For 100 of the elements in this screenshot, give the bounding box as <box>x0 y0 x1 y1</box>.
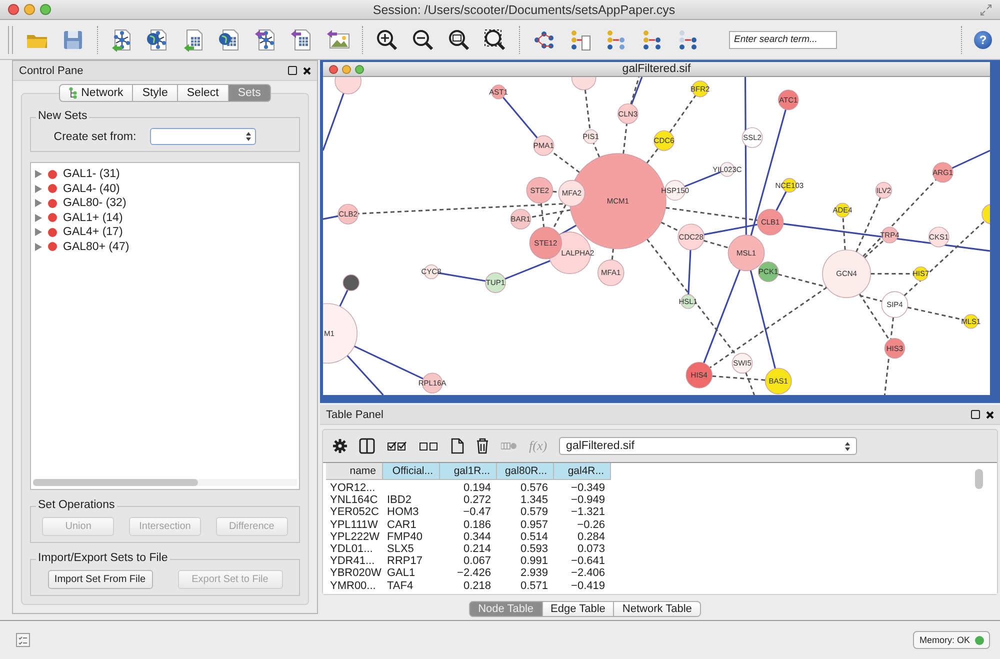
close-window-button[interactable] <box>8 4 19 15</box>
float-icon[interactable] <box>288 66 297 75</box>
column-header[interactable]: name <box>326 463 383 480</box>
table-cell-text: YDR41... <box>329 555 376 568</box>
set-label: GAL1- (31) <box>63 168 120 180</box>
edge-line <box>592 142 600 158</box>
expand-arrow-icon[interactable] <box>35 184 42 193</box>
edge-line <box>630 77 643 105</box>
set-label: GAL80- (32) <box>63 197 126 210</box>
table-cell-text: −0.419 <box>570 580 606 592</box>
table-cell-text: 0.514 <box>519 530 549 543</box>
table-cell-text: −0.47 <box>462 506 492 519</box>
table-cell-text: 0.284 <box>576 530 606 543</box>
zoom-window-button[interactable] <box>40 4 51 15</box>
window-title: Session: /Users/scooter/Documents/setsAppPaper.cys <box>372 2 676 16</box>
select-all-icon[interactable] <box>387 441 407 451</box>
set-item[interactable]: GAL1+ (14) <box>31 210 299 225</box>
table-cell-text: −0.26 <box>576 518 606 531</box>
table-cell-text: YOR12... <box>329 482 376 494</box>
scrollbar[interactable] <box>33 479 297 486</box>
deselect-all-icon[interactable] <box>419 441 439 451</box>
table-cell-text: 0.214 <box>462 542 492 556</box>
tab[interactable]: Style <box>133 84 178 102</box>
table-cell-text: −0.349 <box>570 482 606 494</box>
group-title: Set Operations <box>36 499 117 511</box>
expand-arrow-icon[interactable] <box>35 228 42 236</box>
scrollbar-thumb[interactable] <box>33 479 198 486</box>
tab[interactable]: Network Table <box>614 601 701 617</box>
table-cell-text: CAR1 <box>386 518 418 531</box>
table-cell-text: TAF4 <box>386 580 414 592</box>
column-header[interactable]: Official... <box>383 463 440 480</box>
close-icon[interactable] <box>986 410 994 418</box>
table-cell-text: 0.073 <box>576 542 606 556</box>
search-field[interactable]: Enter search term... <box>729 30 837 48</box>
tab[interactable]: Select <box>178 84 229 102</box>
settings-icon[interactable] <box>333 439 347 453</box>
network-node[interactable] <box>342 274 360 291</box>
scrollbar-thumb[interactable] <box>975 469 983 489</box>
memory-button[interactable]: Memory: OK <box>913 631 990 649</box>
network-node[interactable] <box>334 77 362 94</box>
new-file-icon[interactable] <box>451 438 464 454</box>
set-item[interactable]: GAL80+ (47) <box>31 240 299 254</box>
set-item[interactable]: GAL4- (40) <box>31 182 299 196</box>
zoom-fit-icon[interactable] <box>447 28 471 52</box>
set-item[interactable]: GAL1- (31) <box>31 167 299 182</box>
trash-icon[interactable] <box>476 438 489 454</box>
table-cell-text: YPL111W <box>329 518 379 531</box>
close-icon[interactable] <box>303 66 311 74</box>
edge-line <box>646 148 659 164</box>
tab[interactable]: Edge Table <box>542 601 614 617</box>
column-header[interactable]: gal1R... <box>440 463 497 480</box>
minimize-window-button[interactable] <box>24 4 35 15</box>
expand-arrow-icon[interactable] <box>35 214 42 222</box>
column-header[interactable]: gal80R... <box>497 463 554 480</box>
close-window-button[interactable] <box>329 64 338 74</box>
table-cell-text: 0.194 <box>462 482 492 494</box>
set-item[interactable]: GAL4+ (17) <box>31 225 299 240</box>
zoom-selected-icon[interactable] <box>483 28 507 52</box>
table-cell-text: −0.641 <box>570 555 606 568</box>
image-export-icon[interactable] <box>326 28 350 52</box>
zoom-in-icon[interactable] <box>375 28 399 52</box>
expand-arrow-icon[interactable] <box>35 170 42 178</box>
edge-line <box>551 150 580 174</box>
edge-line <box>669 95 696 133</box>
expand-arrow-icon[interactable] <box>35 242 42 251</box>
set-item[interactable]: GAL80- (32) <box>31 196 299 210</box>
expand-arrow-icon[interactable] <box>35 199 42 208</box>
set-label: GAL80+ (47) <box>63 240 130 253</box>
file-button[interactable]: Import Set From File <box>48 570 152 589</box>
float-icon[interactable] <box>971 410 980 419</box>
column-header[interactable]: gal4R... <box>554 463 611 480</box>
group-title: New Sets <box>36 110 90 122</box>
table-dropdown[interactable]: galFiltered.sif <box>559 437 857 455</box>
edge-line <box>952 150 990 169</box>
network-node[interactable] <box>571 77 596 90</box>
edge-line <box>611 248 614 260</box>
panel-title: Control Pane <box>19 64 84 76</box>
panel-title: Table Panel <box>326 408 384 420</box>
table-cell-text: 0.571 <box>519 580 549 592</box>
edge-line <box>339 290 348 307</box>
edge-line <box>504 260 551 280</box>
minimize-window-button[interactable] <box>342 64 351 74</box>
table-cell-text: −1.321 <box>570 506 606 519</box>
table-cell-text: RRP17 <box>386 555 424 568</box>
zoom-out-icon[interactable] <box>411 28 435 52</box>
set-label: GAL4- (40) <box>63 182 120 195</box>
tab[interactable]: Network <box>59 84 134 102</box>
table-cell-text: 0.576 <box>519 482 549 494</box>
network-node[interactable] <box>982 204 990 224</box>
edge-line <box>622 124 628 154</box>
task-list-icon[interactable] <box>16 633 30 647</box>
zoom-window-button[interactable] <box>355 64 364 74</box>
table-cell-text: 0.991 <box>519 555 549 568</box>
table-cell-text: 0.593 <box>519 542 549 556</box>
fullscreen-icon[interactable] <box>980 4 992 16</box>
table-cell-text: 0.579 <box>519 506 549 519</box>
table-cell-text: −0.949 <box>570 494 606 506</box>
columns-icon[interactable] <box>359 438 375 454</box>
table-cell-text: IBD2 <box>386 494 412 506</box>
help-button[interactable]: ? <box>974 30 992 48</box>
